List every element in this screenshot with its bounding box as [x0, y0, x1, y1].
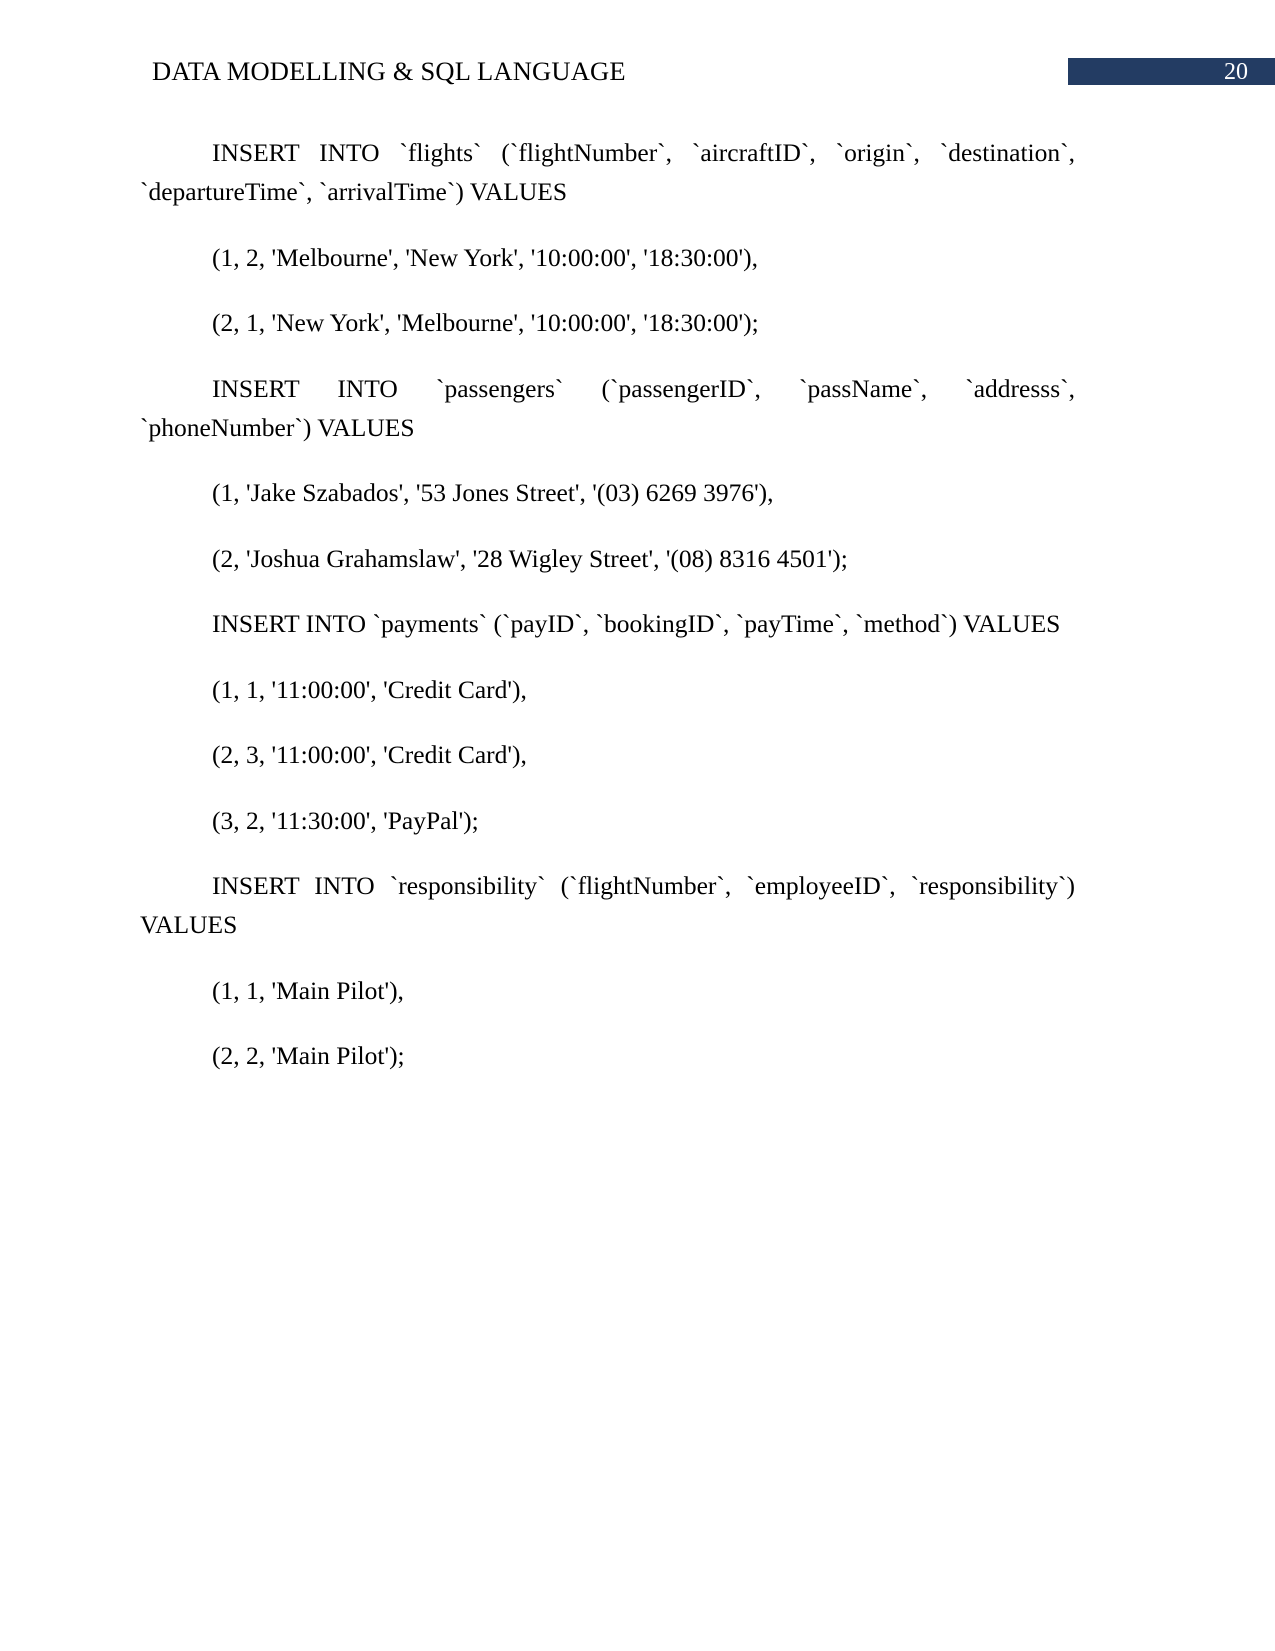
- page-number-badge: 20: [1068, 58, 1275, 85]
- page-number: 20: [1224, 58, 1248, 85]
- payments-row-2: (2, 3, '11:00:00', 'Credit Card'),: [212, 740, 527, 769]
- payments-row-3: (3, 2, '11:30:00', 'PayPal');: [212, 805, 479, 835]
- flights-row-2: (2, 1, 'New York', 'Melbourne', '10:00:0…: [212, 308, 759, 337]
- insert-responsibility: INSERT INTO `responsibility` (`flightNum…: [140, 871, 1081, 939]
- responsibility-row-1: (1, 1, 'Main Pilot'),: [212, 975, 404, 1005]
- document-page: DATA MODELLING & SQL LANGUAGE 20 INSERT …: [0, 0, 1275, 1651]
- insert-flights: INSERT INTO `flights` (`flightNumber`, `…: [140, 138, 1082, 206]
- passengers-row-1: (1, 'Jake Szabados', '53 Jones Street', …: [212, 478, 774, 507]
- passengers-row-2: (2, 'Joshua Grahamslaw', '28 Wigley Stre…: [212, 543, 848, 573]
- page-header: DATA MODELLING & SQL LANGUAGE 20: [0, 0, 1275, 110]
- insert-passengers: INSERT INTO `passengers` (`passengerID`,…: [140, 373, 1082, 442]
- insert-payments: INSERT INTO `payments` (`payID`, `bookin…: [212, 609, 1061, 638]
- payments-row-1: (1, 1, '11:00:00', 'Credit Card'),: [212, 674, 527, 704]
- responsibility-row-2: (2, 2, 'Main Pilot');: [212, 1041, 405, 1070]
- flights-row-1: (1, 2, 'Melbourne', 'New York', '10:00:0…: [212, 242, 759, 272]
- page-title: DATA MODELLING & SQL LANGUAGE: [152, 56, 626, 86]
- document-body: INSERT INTO `flights` (`flightNumber`, `…: [140, 133, 1075, 1102]
